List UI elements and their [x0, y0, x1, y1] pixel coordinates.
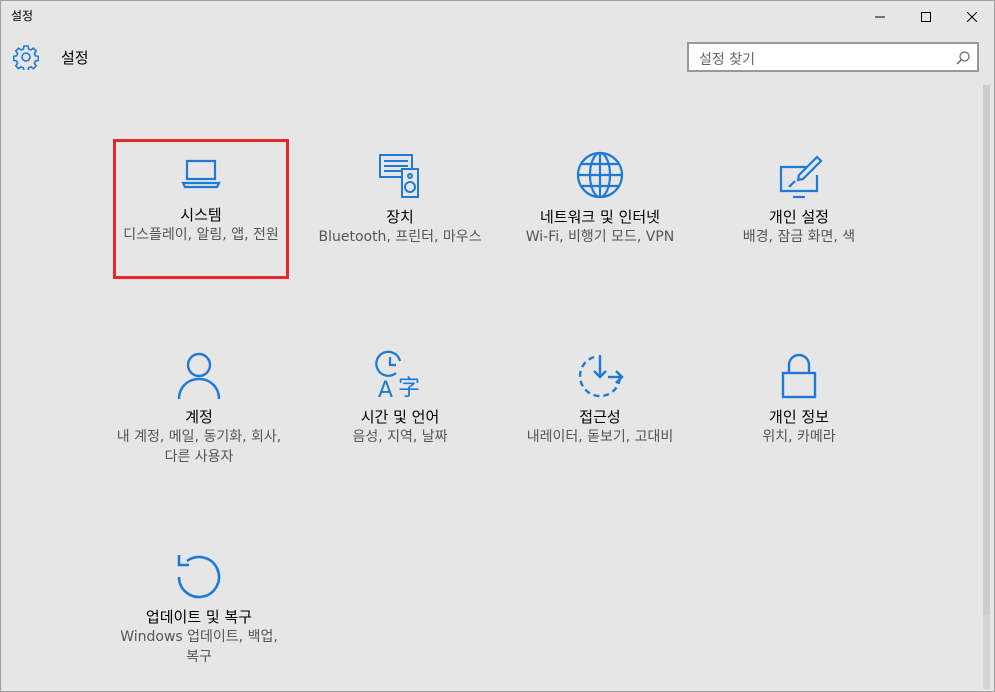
- tile-description: 내 계정, 메일, 동기화, 회사, 다른 사용자: [116, 429, 282, 465]
- refresh-icon: [177, 555, 221, 599]
- settings-window: 설정 설정 설정 찾기 시스템 디스플레이, 알림, 앱, 전원 장치 Blue…: [0, 0, 995, 692]
- tile-devices[interactable]: 장치 Bluetooth, 프린터, 마우스: [312, 141, 488, 281]
- tile-label: 시스템: [180, 206, 222, 224]
- tile-label: 개인 설정: [769, 208, 829, 226]
- devices-icon: [379, 154, 419, 198]
- page-title: 설정: [61, 49, 89, 67]
- tile-description: 배경, 잠금 화면, 색: [742, 229, 856, 245]
- tile-label: 계정: [185, 408, 213, 426]
- settings-header: 설정 설정 찾기: [1, 33, 994, 81]
- scrollbar-thumb[interactable]: [983, 85, 990, 615]
- globe-icon: [576, 151, 624, 199]
- search-placeholder: 설정 찾기: [699, 52, 755, 68]
- close-button[interactable]: [949, 1, 995, 33]
- gear-icon: [13, 45, 39, 70]
- paint-icon: [779, 155, 823, 199]
- time-language-icon: A 字: [375, 350, 420, 401]
- minimize-icon: [875, 16, 885, 18]
- tile-accounts[interactable]: 계정 내 계정, 메일, 동기화, 회사, 다른 사용자: [111, 341, 287, 481]
- tile-label: 업데이트 및 복구: [145, 608, 253, 626]
- tile-description: 음성, 지역, 날짜: [352, 429, 448, 445]
- tile-description: 내레이터, 돋보기, 고대비: [526, 429, 674, 445]
- minimize-button[interactable]: [857, 1, 903, 33]
- tile-personalization[interactable]: 개인 설정 배경, 잠금 화면, 색: [711, 141, 887, 281]
- maximize-icon: [921, 12, 931, 22]
- ease-of-access-icon: [578, 355, 624, 398]
- lock-icon: [781, 353, 817, 399]
- title-bar[interactable]: 설정: [1, 1, 994, 33]
- maximize-button[interactable]: [903, 1, 949, 33]
- tile-system[interactable]: 시스템 디스플레이, 알림, 앱, 전원: [113, 139, 289, 279]
- tile-label: 시간 및 언어: [360, 408, 440, 426]
- tile-description: 위치, 카메라: [762, 429, 836, 445]
- tile-description: 디스플레이, 알림, 앱, 전원: [123, 227, 279, 243]
- scrollbar[interactable]: [983, 85, 990, 689]
- tile-network[interactable]: 네트워크 및 인터넷 Wi-Fi, 비행기 모드, VPN: [512, 141, 688, 281]
- laptop-icon: [181, 159, 221, 189]
- person-icon: [177, 352, 221, 400]
- tile-label: 개인 정보: [769, 408, 829, 426]
- tile-label: 장치: [386, 208, 414, 226]
- tile-ease-of-access[interactable]: 접근성 내레이터, 돋보기, 고대비: [512, 341, 688, 481]
- tile-label: 네트워크 및 인터넷: [540, 208, 660, 226]
- tile-label: 접근성: [579, 408, 621, 426]
- tile-description: Windows 업데이트, 백업, 복구: [120, 629, 278, 665]
- search-icon[interactable]: [955, 50, 971, 66]
- svg-text:A: A: [378, 378, 393, 401]
- tile-description: Wi-Fi, 비행기 모드, VPN: [525, 229, 675, 245]
- tile-time-language[interactable]: A 字 시간 및 언어 음성, 지역, 날짜: [312, 341, 488, 481]
- window-title: 설정: [11, 9, 34, 23]
- close-icon: [967, 12, 977, 22]
- tile-privacy[interactable]: 개인 정보 위치, 카메라: [711, 341, 887, 481]
- svg-text:字: 字: [398, 376, 420, 401]
- tile-description: Bluetooth, 프린터, 마우스: [318, 229, 482, 245]
- tile-update-recovery[interactable]: 업데이트 및 복구 Windows 업데이트, 백업, 복구: [111, 541, 287, 681]
- search-input[interactable]: 설정 찾기: [687, 42, 979, 72]
